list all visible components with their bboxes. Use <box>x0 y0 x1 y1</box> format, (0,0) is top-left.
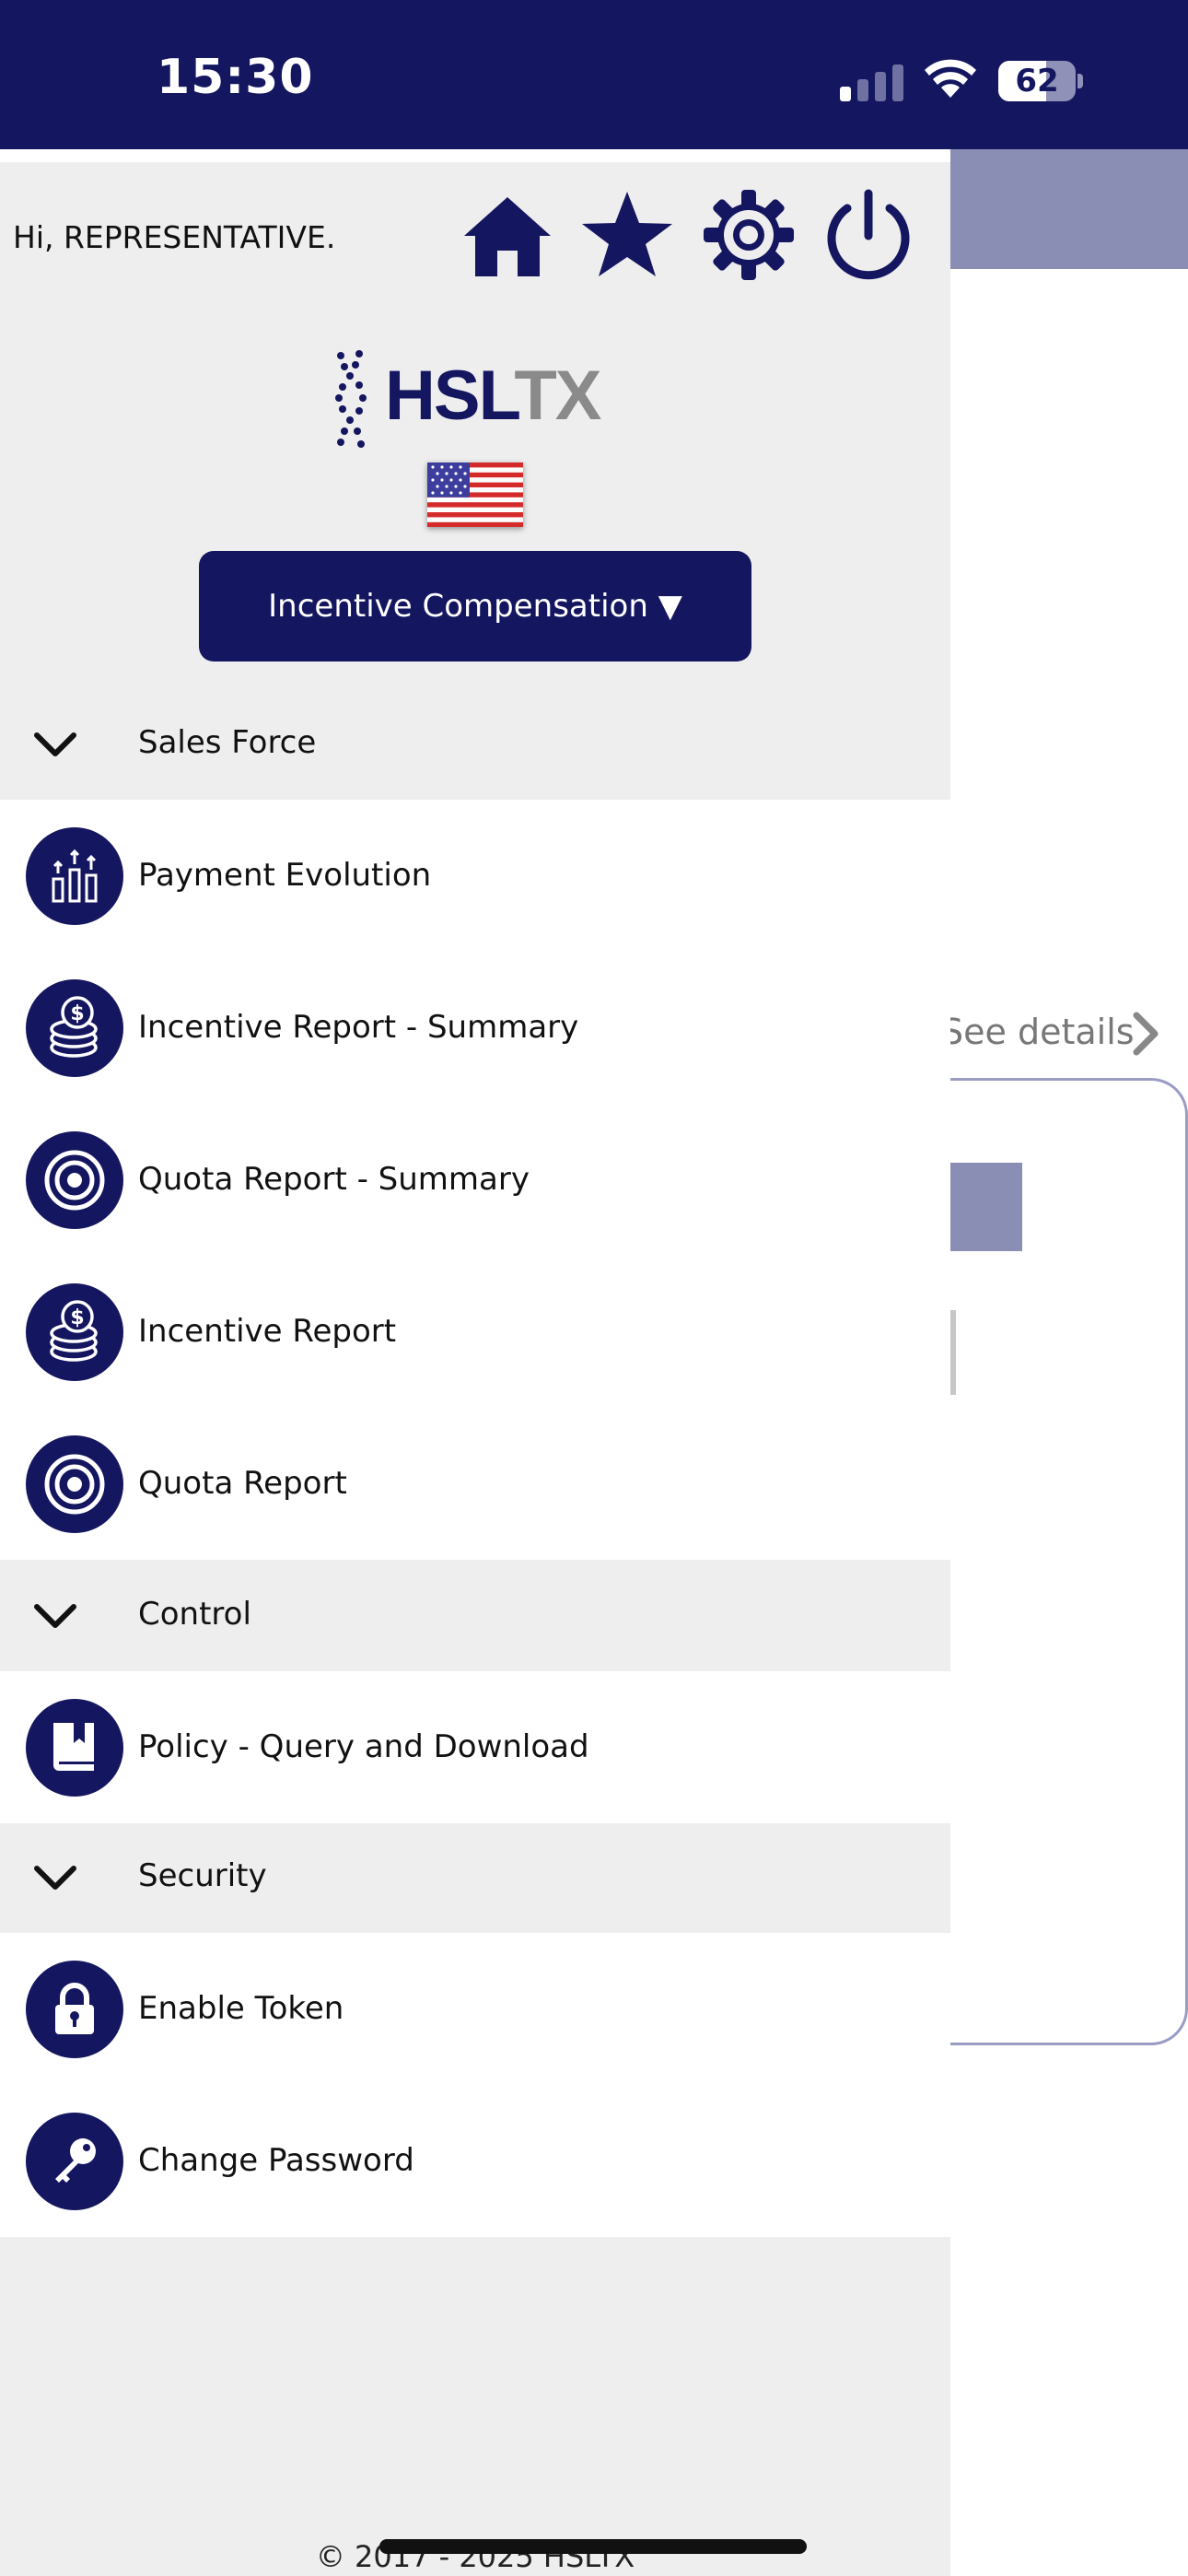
battery-level: 62 <box>1015 63 1059 100</box>
section-label: Sales Force <box>138 724 317 761</box>
gear-icon[interactable] <box>700 186 798 284</box>
section-control[interactable]: Control <box>0 1563 950 1671</box>
company-logo: HSLTX <box>332 348 626 450</box>
menu-item-change-password[interactable]: Change Password <box>0 2085 950 2237</box>
target-icon <box>44 1454 105 1515</box>
menu-item-label: Quota Report - Summary <box>138 1161 530 1198</box>
dna-icon <box>335 350 367 448</box>
module-selector-button[interactable]: Incentive Compensation ▼ <box>199 551 751 662</box>
svg-text:$: $ <box>70 1002 84 1025</box>
section-sales-force[interactable]: Sales Force <box>0 691 950 800</box>
logo-text-tx: TX <box>514 357 601 435</box>
background-header-band <box>950 149 1188 269</box>
section-label: Control <box>138 1596 251 1633</box>
coins-icon: $ <box>50 996 98 1058</box>
lock-icon <box>55 1983 94 2034</box>
menu-item-enable-token[interactable]: Enable Token <box>0 1933 950 2085</box>
menu-item-label: Incentive Report - Summary <box>138 1009 579 1046</box>
navigation-drawer: Hi, REPRESENTATIVE. HSLTX Incentive Comp… <box>0 149 950 2576</box>
chevron-down-icon <box>34 1866 76 1890</box>
chevron-right-icon[interactable] <box>1129 1010 1162 1058</box>
background-divider <box>950 1310 956 1395</box>
chevron-down-icon <box>34 1604 76 1628</box>
menu-item-quota-report[interactable]: Quota Report <box>0 1408 950 1560</box>
book-icon <box>53 1723 94 1771</box>
background-block <box>950 1163 1022 1251</box>
cellular-signal-icon <box>840 64 903 101</box>
menu-item-incentive-report-summary[interactable]: $ Incentive Report - Summary <box>0 952 950 1104</box>
menu-item-label: Incentive Report <box>138 1313 397 1350</box>
section-label: Security <box>138 1857 267 1894</box>
status-time: 15:30 <box>157 50 314 105</box>
menu-item-label: Payment Evolution <box>138 857 432 894</box>
star-icon[interactable] <box>578 186 676 284</box>
menu-item-label: Policy - Query and Download <box>138 1728 589 1765</box>
status-bar: 15:30 62 <box>0 0 1188 149</box>
svg-text:$: $ <box>70 1306 84 1329</box>
chevron-down-icon <box>34 732 76 756</box>
menu-item-payment-evolution[interactable]: Payment Evolution <box>0 800 950 952</box>
menu-item-quota-report-summary[interactable]: Quota Report - Summary <box>0 1104 950 1256</box>
home-indicator[interactable] <box>379 2539 807 2554</box>
home-icon[interactable] <box>459 186 556 284</box>
menu-item-policy-query-download[interactable]: Policy - Query and Download <box>0 1671 950 1823</box>
bar-chart-icon <box>52 849 98 903</box>
power-icon[interactable] <box>820 186 917 284</box>
us-flag-icon[interactable] <box>427 463 523 527</box>
logo-text-hsl: HSL <box>385 357 516 435</box>
greeting-text: Hi, REPRESENTATIVE. <box>13 219 336 255</box>
menu-item-label: Change Password <box>138 2142 414 2179</box>
battery-icon: 62 <box>998 61 1083 101</box>
wifi-icon <box>925 59 976 98</box>
menu-item-incentive-report[interactable]: $ Incentive Report <box>0 1256 950 1408</box>
coins-icon: $ <box>50 1300 98 1362</box>
section-security[interactable]: Security <box>0 1824 950 1933</box>
menu-item-label: Quota Report <box>138 1465 347 1502</box>
target-icon <box>44 1150 105 1211</box>
key-icon <box>55 2138 96 2183</box>
see-details-link[interactable]: See details <box>941 1012 1135 1052</box>
menu-item-label: Enable Token <box>138 1990 344 2027</box>
